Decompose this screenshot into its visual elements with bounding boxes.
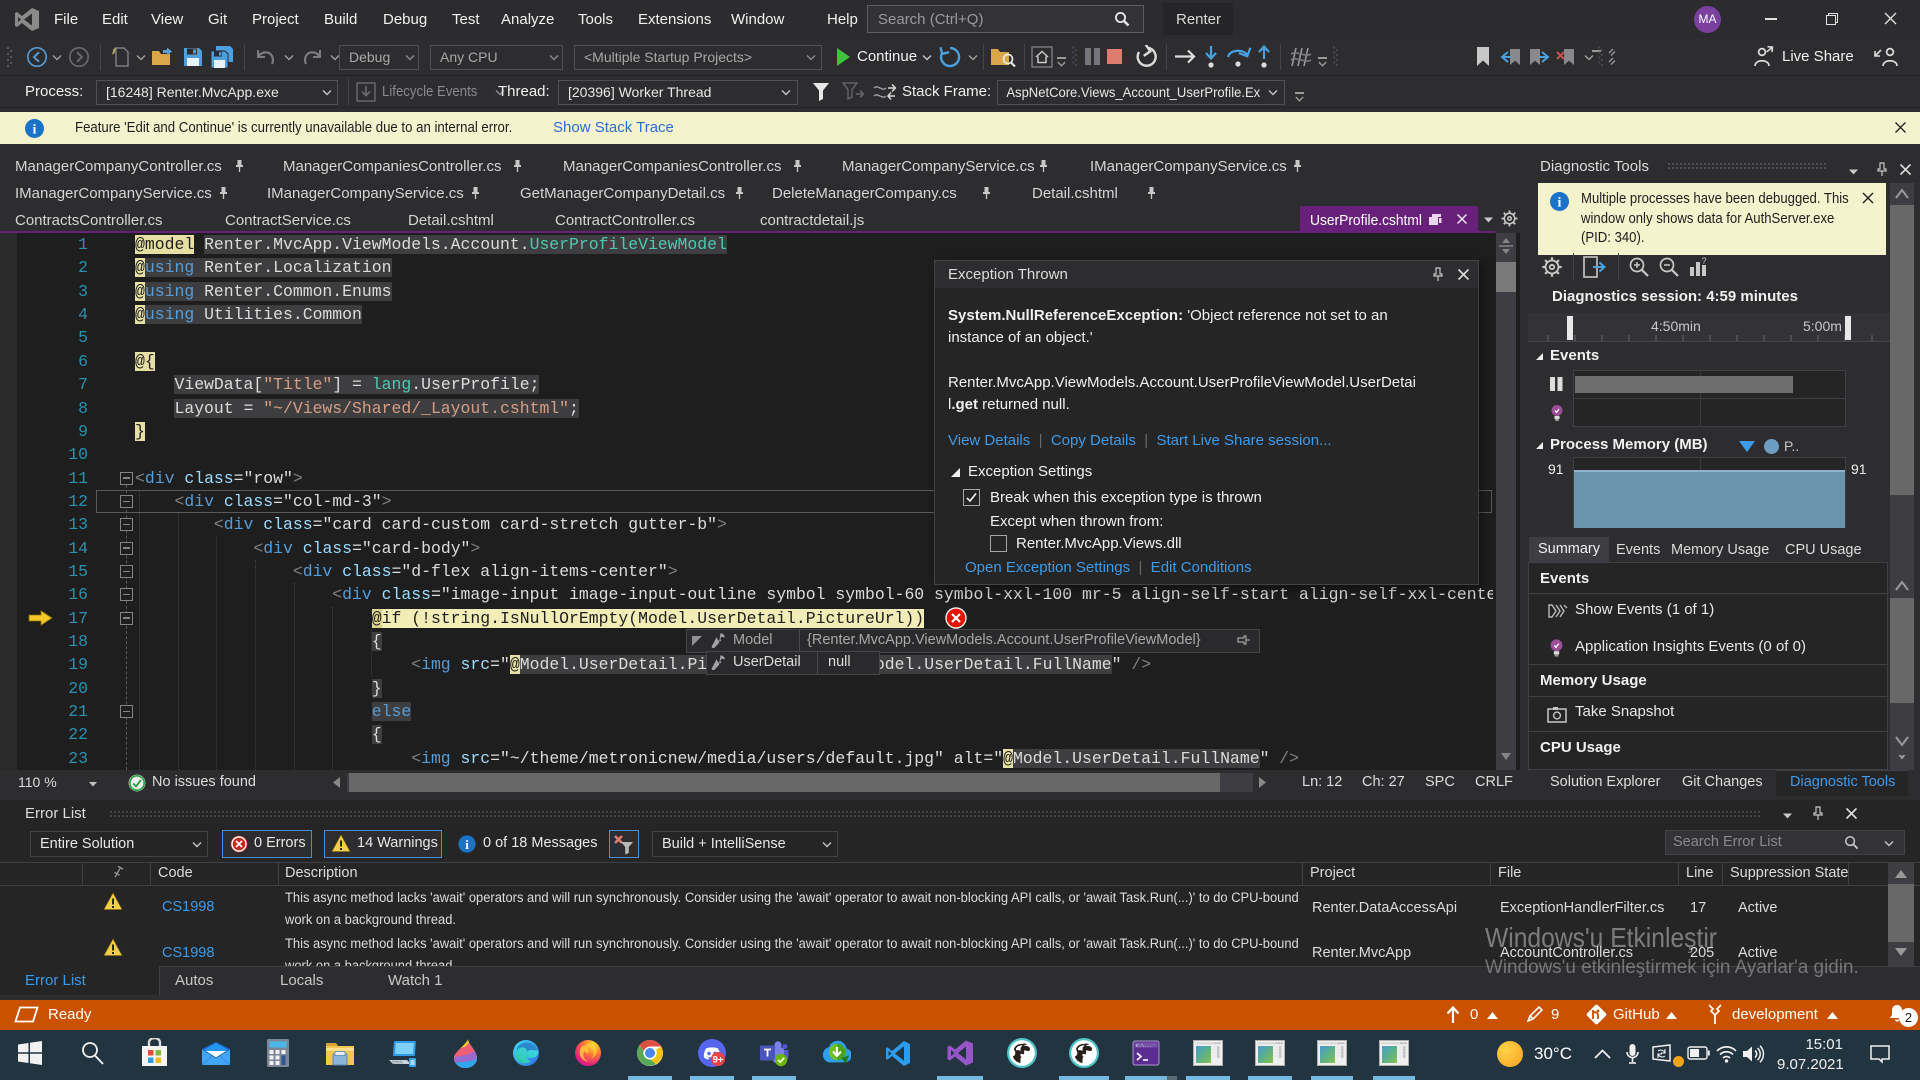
svg-text:i: i [33, 123, 37, 138]
svg-text:C:\...: C:\... [1136, 1043, 1152, 1049]
svg-text:i: i [1558, 196, 1562, 211]
svg-text:i: i [465, 837, 469, 852]
svg-text:?: ? [1701, 256, 1706, 266]
svg-text:9+: 9+ [713, 1055, 724, 1066]
